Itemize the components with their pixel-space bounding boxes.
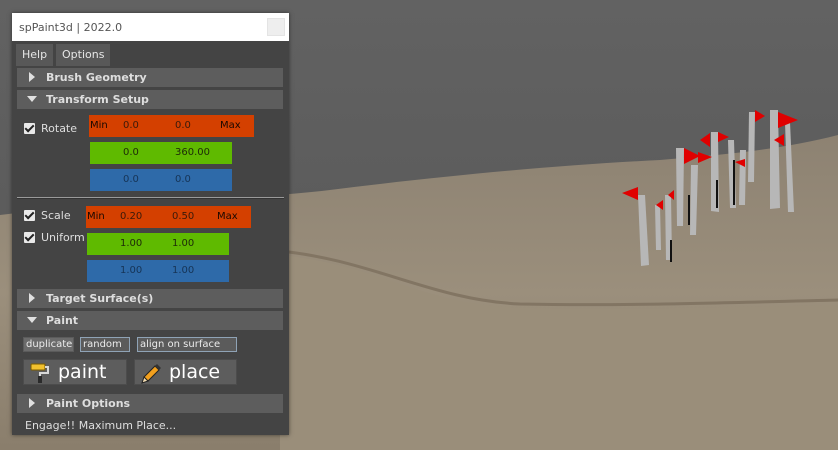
- place-button[interactable]: place: [134, 359, 237, 385]
- paint-button-label: paint: [58, 361, 107, 383]
- sppaint3d-panel: spPaint3d | 2022.0 Help Options Brush Ge…: [12, 13, 289, 435]
- align-on-surface-toggle[interactable]: align on surface: [137, 337, 237, 352]
- menu-help[interactable]: Help: [16, 44, 54, 66]
- scale-y-range[interactable]: 1.00 1.00: [87, 233, 229, 255]
- menu-options[interactable]: Options: [56, 44, 111, 66]
- scale-y-min-field[interactable]: 1.00: [120, 238, 142, 249]
- paint-roller-icon: [30, 363, 49, 383]
- section-label: Transform Setup: [46, 93, 149, 106]
- rotate-x-range[interactable]: Min 0.0 0.0 Max: [89, 115, 254, 137]
- uniform-label: Uniform: [41, 231, 85, 244]
- place-button-label: place: [169, 361, 221, 383]
- duplicate-toggle[interactable]: duplicate: [23, 337, 74, 352]
- rotate-label: Rotate: [41, 122, 78, 135]
- scale-x-max-field[interactable]: 0.50: [172, 211, 194, 222]
- rotate-z-min-field[interactable]: 0.0: [123, 174, 139, 185]
- scale-x-range[interactable]: Min 0.20 0.50 Max: [86, 206, 251, 228]
- rotate-checkbox[interactable]: [24, 123, 35, 134]
- uniform-checkbox[interactable]: [24, 232, 35, 243]
- divider: [17, 197, 284, 199]
- rotate-x-max-field[interactable]: 0.0: [175, 120, 191, 131]
- random-toggle[interactable]: random: [80, 337, 130, 352]
- min-label: Min: [87, 211, 105, 222]
- scale-y-max-field[interactable]: 1.00: [172, 238, 194, 249]
- section-brush-geometry[interactable]: Brush Geometry: [17, 68, 283, 87]
- min-label: Min: [90, 120, 108, 131]
- paint-button[interactable]: paint: [23, 359, 127, 385]
- max-label: Max: [217, 211, 238, 222]
- expand-arrow-icon: [29, 293, 35, 303]
- title-bar[interactable]: spPaint3d | 2022.0: [12, 13, 289, 41]
- section-label: Brush Geometry: [46, 71, 147, 84]
- status-line: Engage!! Maximum Place...: [25, 419, 177, 432]
- scale-label: Scale: [41, 209, 71, 222]
- rotate-z-range[interactable]: 0.0 0.0: [90, 169, 232, 191]
- scale-z-max-field[interactable]: 1.00: [172, 265, 194, 276]
- rotate-y-max-field[interactable]: 360.00: [175, 147, 210, 158]
- collapse-arrow-icon: [27, 96, 37, 102]
- close-button[interactable]: [267, 18, 285, 36]
- section-paint[interactable]: Paint: [17, 311, 283, 330]
- scale-checkbox[interactable]: [24, 210, 35, 221]
- max-label: Max: [220, 120, 241, 131]
- section-paint-options[interactable]: Paint Options: [17, 394, 283, 413]
- rotate-x-min-field[interactable]: 0.0: [123, 120, 139, 131]
- expand-arrow-icon: [29, 398, 35, 408]
- scale-x-min-field[interactable]: 0.20: [120, 211, 142, 222]
- section-transform-setup[interactable]: Transform Setup: [17, 90, 283, 109]
- section-label: Target Surface(s): [46, 292, 154, 305]
- collapse-arrow-icon: [27, 317, 37, 323]
- expand-arrow-icon: [29, 72, 35, 82]
- section-target-surface[interactable]: Target Surface(s): [17, 289, 283, 308]
- rotate-z-max-field[interactable]: 0.0: [175, 174, 191, 185]
- scale-z-range[interactable]: 1.00 1.00: [87, 260, 229, 282]
- rotate-y-min-field[interactable]: 0.0: [123, 147, 139, 158]
- scale-z-min-field[interactable]: 1.00: [120, 265, 142, 276]
- rotate-y-range[interactable]: 0.0 360.00: [90, 142, 232, 164]
- section-label: Paint Options: [46, 397, 131, 410]
- pencil-icon: [141, 364, 161, 384]
- section-label: Paint: [46, 314, 79, 327]
- window-title: spPaint3d | 2022.0: [19, 21, 123, 34]
